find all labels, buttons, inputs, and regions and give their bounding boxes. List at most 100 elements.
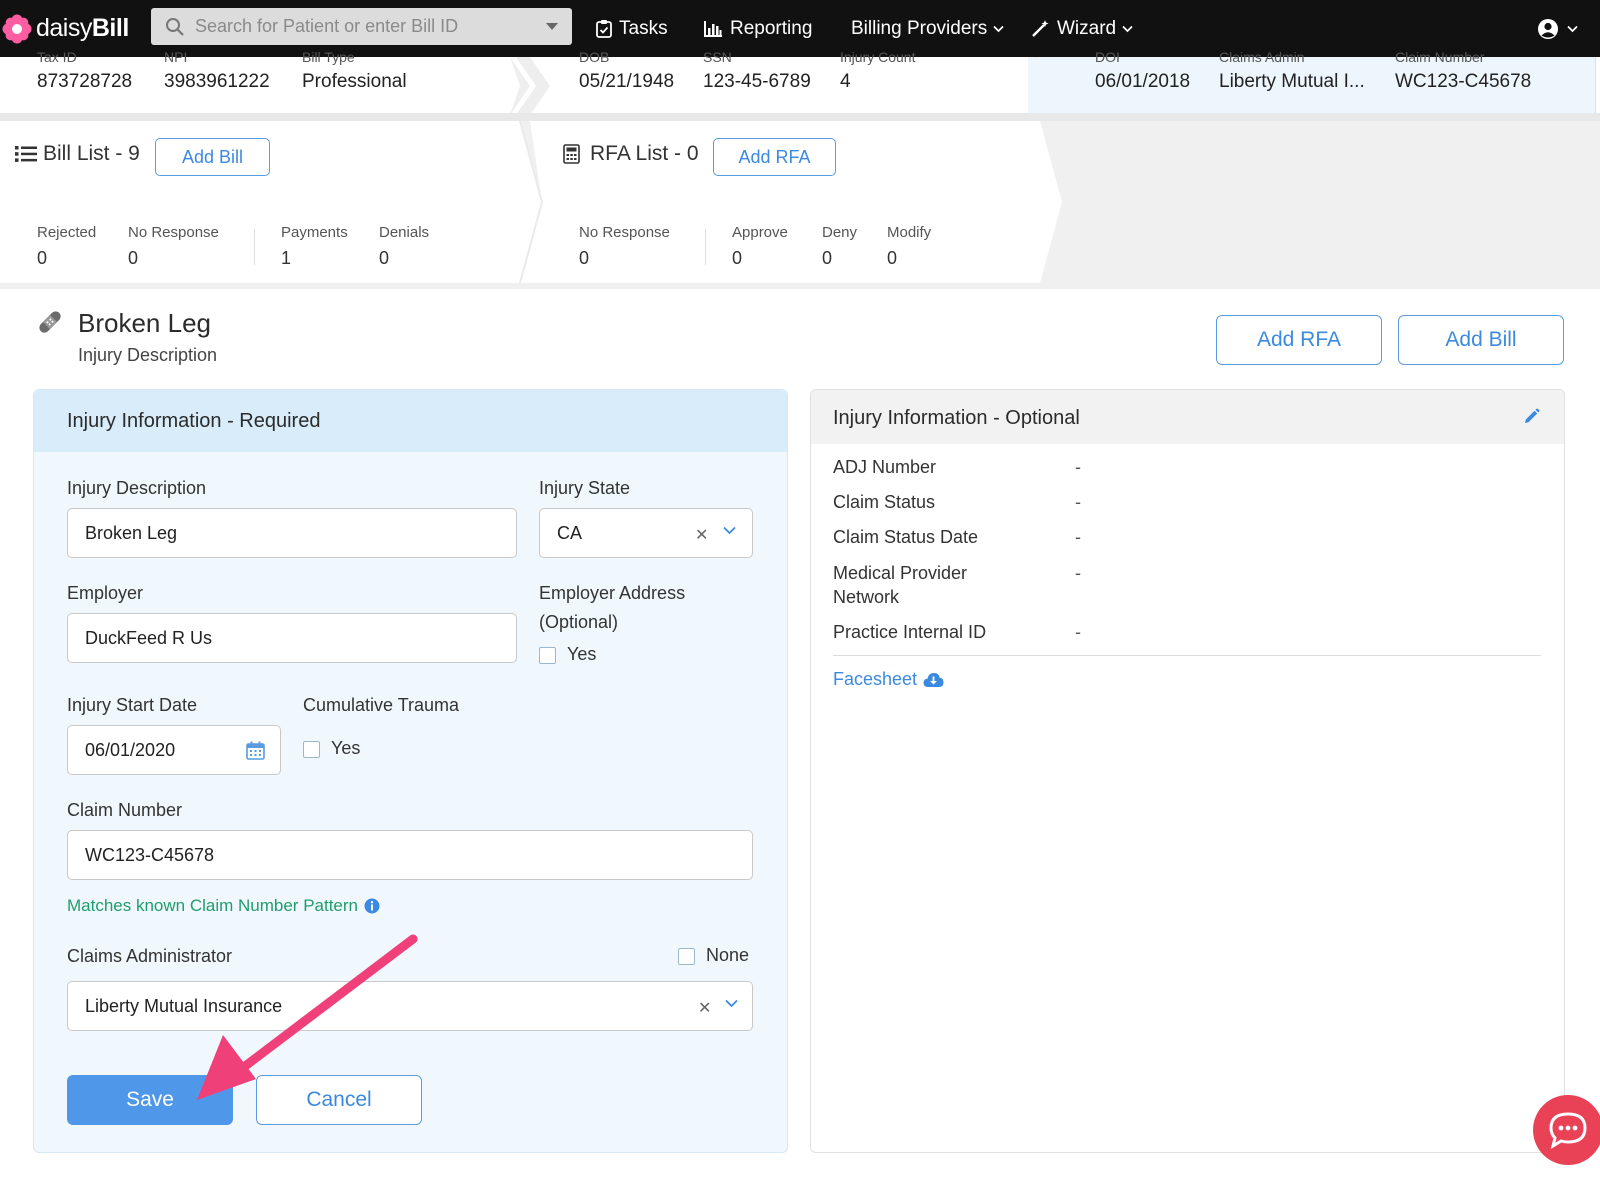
claim-number-hint: Matches known Claim Number Pattern bbox=[67, 896, 380, 916]
search-bar[interactable] bbox=[151, 8, 572, 45]
stat-deny[interactable]: Deny 0 bbox=[822, 224, 857, 269]
stat-rfa-no-response[interactable]: No Response 0 bbox=[579, 224, 670, 269]
required-panel-header: Injury Information - Required bbox=[34, 390, 787, 452]
calculator-icon bbox=[563, 144, 580, 164]
nav-billing-providers-label: Billing Providers bbox=[851, 17, 988, 39]
injury-state-value: CA bbox=[557, 523, 583, 543]
list-row: Bill List - 9 Add Bill Rejected 0 No Resp… bbox=[0, 121, 1600, 289]
nav-tasks-label: Tasks bbox=[619, 17, 668, 39]
list-icon bbox=[15, 146, 37, 162]
claims-admin-none-label: None bbox=[706, 945, 750, 965]
add-bill-button[interactable]: Add Bill bbox=[155, 138, 270, 176]
practice-internal-id-label: Practice Internal ID bbox=[833, 622, 987, 642]
claims-administrator-value: Liberty Mutual Insurance bbox=[85, 996, 283, 1016]
calendar-icon[interactable] bbox=[246, 741, 265, 760]
injury-start-date-input[interactable]: 06/01/2020 bbox=[67, 725, 281, 775]
claims-administrator-select[interactable]: Liberty Mutual Insurance ✕ bbox=[67, 981, 753, 1031]
stat-no-response[interactable]: No Response 0 bbox=[128, 224, 219, 269]
claim-number-hint-text: Matches known Claim Number Pattern bbox=[67, 896, 359, 915]
adj-number-label: ADJ Number bbox=[833, 457, 937, 477]
stat-denials[interactable]: Denials 0 bbox=[379, 224, 429, 269]
claim-number-input[interactable] bbox=[67, 830, 753, 880]
rfa-list-title[interactable]: RFA List - 0 bbox=[563, 142, 699, 166]
medical-provider-network-label-line2: Network bbox=[833, 587, 900, 607]
bar-chart-icon bbox=[704, 20, 722, 37]
stat-payments[interactable]: Payments 1 bbox=[281, 224, 348, 269]
nav-wizard[interactable]: Wizard bbox=[1031, 0, 1140, 57]
employer-label: Employer bbox=[67, 583, 144, 603]
claims-administrator-label: Claims Administrator bbox=[67, 946, 233, 966]
chat-bubble-icon bbox=[1549, 1112, 1587, 1149]
nav-wizard-label: Wizard bbox=[1057, 17, 1117, 39]
claim-number-label: Claim Number bbox=[67, 800, 183, 820]
injury-description-input[interactable] bbox=[67, 508, 517, 558]
rfa-list-title-text: RFA List - 0 bbox=[590, 142, 699, 165]
summary-row: Tax ID 873728728 NPI 3983961222 Bill Type P… bbox=[0, 49, 1600, 115]
cumulative-trauma-yes-label: Yes bbox=[331, 738, 361, 758]
magic-wand-icon bbox=[1032, 20, 1049, 37]
injury-title: Broken Leg bbox=[78, 308, 211, 338]
logo-text: daisyBill bbox=[36, 14, 129, 42]
injury-start-date-value: 06/01/2020 bbox=[85, 740, 176, 760]
stat-rejected[interactable]: Rejected 0 bbox=[37, 224, 96, 269]
bandage-icon bbox=[39, 311, 61, 333]
injury-description-label: Injury Description bbox=[67, 478, 207, 498]
chat-support-button[interactable] bbox=[1533, 1095, 1600, 1165]
bill-list-title-text: Bill List - 9 bbox=[43, 142, 140, 165]
adj-number-value: - bbox=[1075, 457, 1081, 477]
cancel-button[interactable]: Cancel bbox=[256, 1075, 422, 1125]
chevron-down-icon bbox=[993, 25, 1004, 32]
employer-input[interactable] bbox=[67, 613, 517, 663]
stat-approve[interactable]: Approve 0 bbox=[732, 224, 788, 269]
top-navbar: daisyBill Tasks Reporting Billing Provid… bbox=[0, 0, 1600, 57]
daisybill-logo[interactable]: daisyBill bbox=[2, 14, 150, 44]
pencil-edit-icon[interactable] bbox=[1523, 408, 1540, 425]
user-menu[interactable] bbox=[1537, 0, 1585, 57]
add-rfa-main-button[interactable]: Add RFA bbox=[1216, 315, 1382, 365]
facesheet-link[interactable]: Facesheet bbox=[833, 669, 944, 690]
optional-panel-title: Injury Information - Optional bbox=[833, 407, 1080, 429]
claim-status-value: - bbox=[1075, 492, 1081, 512]
optional-panel-header: Injury Information - Optional bbox=[811, 390, 1564, 444]
cumulative-trauma-label: Cumulative Trauma bbox=[303, 695, 460, 715]
chevron-down-icon[interactable] bbox=[725, 999, 738, 1008]
cumulative-trauma-checkbox[interactable] bbox=[303, 741, 320, 758]
claim-status-date-value: - bbox=[1075, 527, 1081, 547]
chevron-down-icon bbox=[1122, 25, 1133, 32]
claim-status-label: Claim Status bbox=[833, 492, 936, 512]
stat-modify[interactable]: Modify 0 bbox=[887, 224, 931, 269]
info-icon[interactable] bbox=[364, 898, 380, 914]
facesheet-link-text: Facesheet bbox=[833, 669, 918, 689]
chevron-down-icon[interactable] bbox=[723, 526, 736, 535]
claims-admin-none-checkbox[interactable] bbox=[678, 948, 695, 965]
add-rfa-button[interactable]: Add RFA bbox=[713, 138, 836, 176]
search-input[interactable] bbox=[195, 16, 535, 37]
employer-address-checkbox[interactable] bbox=[539, 647, 556, 664]
search-icon bbox=[166, 17, 184, 36]
claim-status-date-label: Claim Status Date bbox=[833, 527, 979, 547]
section-divider bbox=[0, 113, 1600, 121]
clear-icon[interactable]: ✕ bbox=[698, 998, 711, 1018]
medical-provider-network-label: Medical Provider bbox=[833, 563, 968, 583]
nav-reporting-label: Reporting bbox=[730, 17, 813, 39]
stat-divider bbox=[705, 229, 706, 265]
save-button[interactable]: Save bbox=[67, 1075, 233, 1125]
search-dropdown-caret-icon[interactable] bbox=[546, 23, 558, 30]
employer-address-optional-label: (Optional) bbox=[539, 612, 619, 632]
stat-divider bbox=[254, 229, 255, 265]
medical-provider-network-value: - bbox=[1075, 563, 1081, 583]
injury-state-label: Injury State bbox=[539, 478, 631, 498]
employer-address-yes-label: Yes bbox=[567, 644, 597, 664]
add-bill-main-button[interactable]: Add Bill bbox=[1398, 315, 1564, 365]
clear-icon[interactable]: ✕ bbox=[695, 525, 708, 545]
optional-divider bbox=[833, 655, 1541, 656]
required-panel-title: Injury Information - Required bbox=[67, 410, 321, 432]
employer-address-label: Employer Address bbox=[539, 583, 686, 603]
daisy-flower-icon bbox=[2, 14, 32, 43]
clipboard-check-icon bbox=[596, 20, 612, 38]
chevron-down-icon bbox=[1567, 25, 1578, 32]
practice-internal-id-value: - bbox=[1075, 622, 1081, 642]
injury-state-select[interactable]: CA ✕ bbox=[539, 508, 753, 558]
bill-list-title[interactable]: Bill List - 9 bbox=[15, 142, 140, 166]
injury-start-date-label: Injury Start Date bbox=[67, 695, 198, 715]
